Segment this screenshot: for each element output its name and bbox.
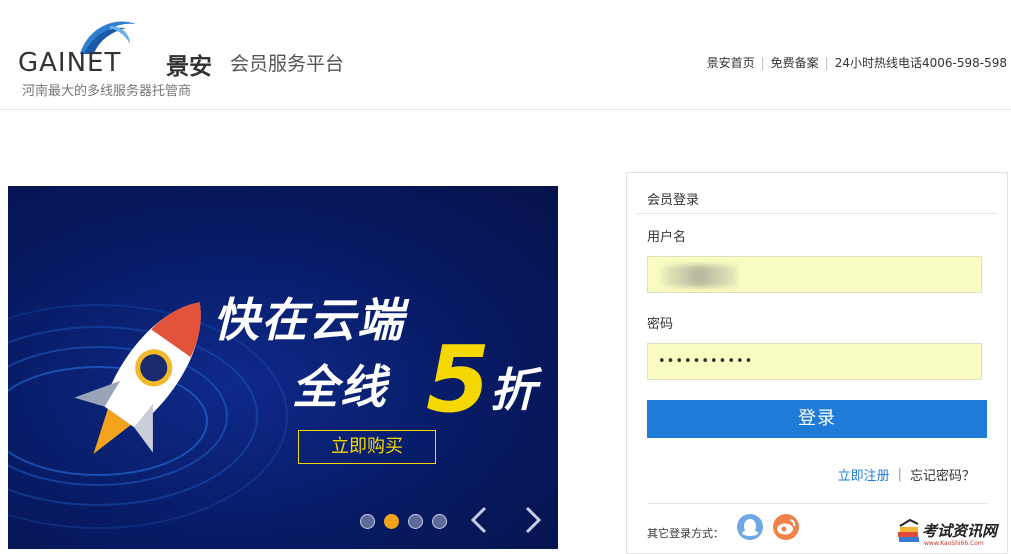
watermark-url: www.KaoShi66.Com — [924, 540, 984, 547]
logo-wordmark: GAINET — [18, 48, 122, 78]
password-label: 密码 — [647, 317, 674, 332]
site-header: GAINET 景安 会员服务平台 河南最大的多线服务器托管商 景安首页 | 免费… — [0, 0, 1011, 110]
account-links: 立即注册 | 忘记密码？ — [838, 465, 975, 484]
platform-title: 会员服务平台 — [230, 53, 345, 75]
buy-now-button[interactable]: 立即购买 — [298, 430, 436, 464]
free-filing-link[interactable]: 免费备案 — [771, 54, 819, 71]
login-button[interactable]: 登录 — [647, 400, 987, 438]
home-link[interactable]: 景安首页 — [707, 54, 755, 71]
link-separator: | — [824, 55, 829, 70]
carousel-dot-active[interactable] — [384, 514, 399, 529]
link-separator: | — [897, 467, 902, 482]
banner-headline-1: 快在云端 — [213, 293, 405, 347]
redacted-username — [661, 265, 737, 287]
chevron-left-icon[interactable] — [470, 506, 488, 540]
weibo-icon[interactable] — [773, 514, 799, 540]
books-icon — [898, 518, 919, 542]
watermark: 考试资讯网 www.KaoShi66.Com — [896, 516, 1008, 552]
divider — [647, 503, 987, 504]
discount-number: 5 — [426, 326, 491, 433]
carousel-dot[interactable] — [408, 514, 423, 529]
discount-word: 折 — [490, 363, 536, 417]
link-separator: | — [760, 55, 765, 70]
banner-headline-2: 全线 — [292, 360, 388, 414]
promo-banner[interactable]: 快在云端 全线 5 折 立即购买 — [8, 186, 558, 549]
forgot-password-link[interactable]: 忘记密码？ — [910, 465, 975, 484]
register-link[interactable]: 立即注册 — [838, 465, 890, 484]
carousel-dot[interactable] — [360, 514, 375, 529]
username-label: 用户名 — [647, 230, 687, 245]
logo-chinese-name: 景安 — [166, 54, 212, 80]
carousel-dots — [360, 514, 447, 529]
login-title: 会员登录 — [647, 193, 700, 208]
chevron-right-icon[interactable] — [524, 506, 542, 540]
hotline-text: 24小时热线电话4006-598-598 — [834, 56, 1007, 70]
watermark-text: 考试资讯网 — [922, 522, 998, 540]
password-input[interactable]: ••••••••••• — [647, 343, 982, 380]
divider — [637, 213, 997, 214]
tagline: 河南最大的多线服务器托管商 — [22, 84, 192, 99]
other-login-label: 其它登录方式： — [647, 527, 724, 540]
carousel-dot[interactable] — [432, 514, 447, 529]
login-panel: 会员登录 用户名 密码 ••••••••••• 登录 立即注册 | 忘记密码？ … — [626, 172, 1008, 554]
qq-icon[interactable] — [737, 514, 763, 540]
top-links: 景安首页 | 免费备案 | 24小时热线电话4006-598-598 — [707, 54, 1007, 71]
gainet-logo[interactable]: GAINET 景安 — [18, 14, 223, 80]
